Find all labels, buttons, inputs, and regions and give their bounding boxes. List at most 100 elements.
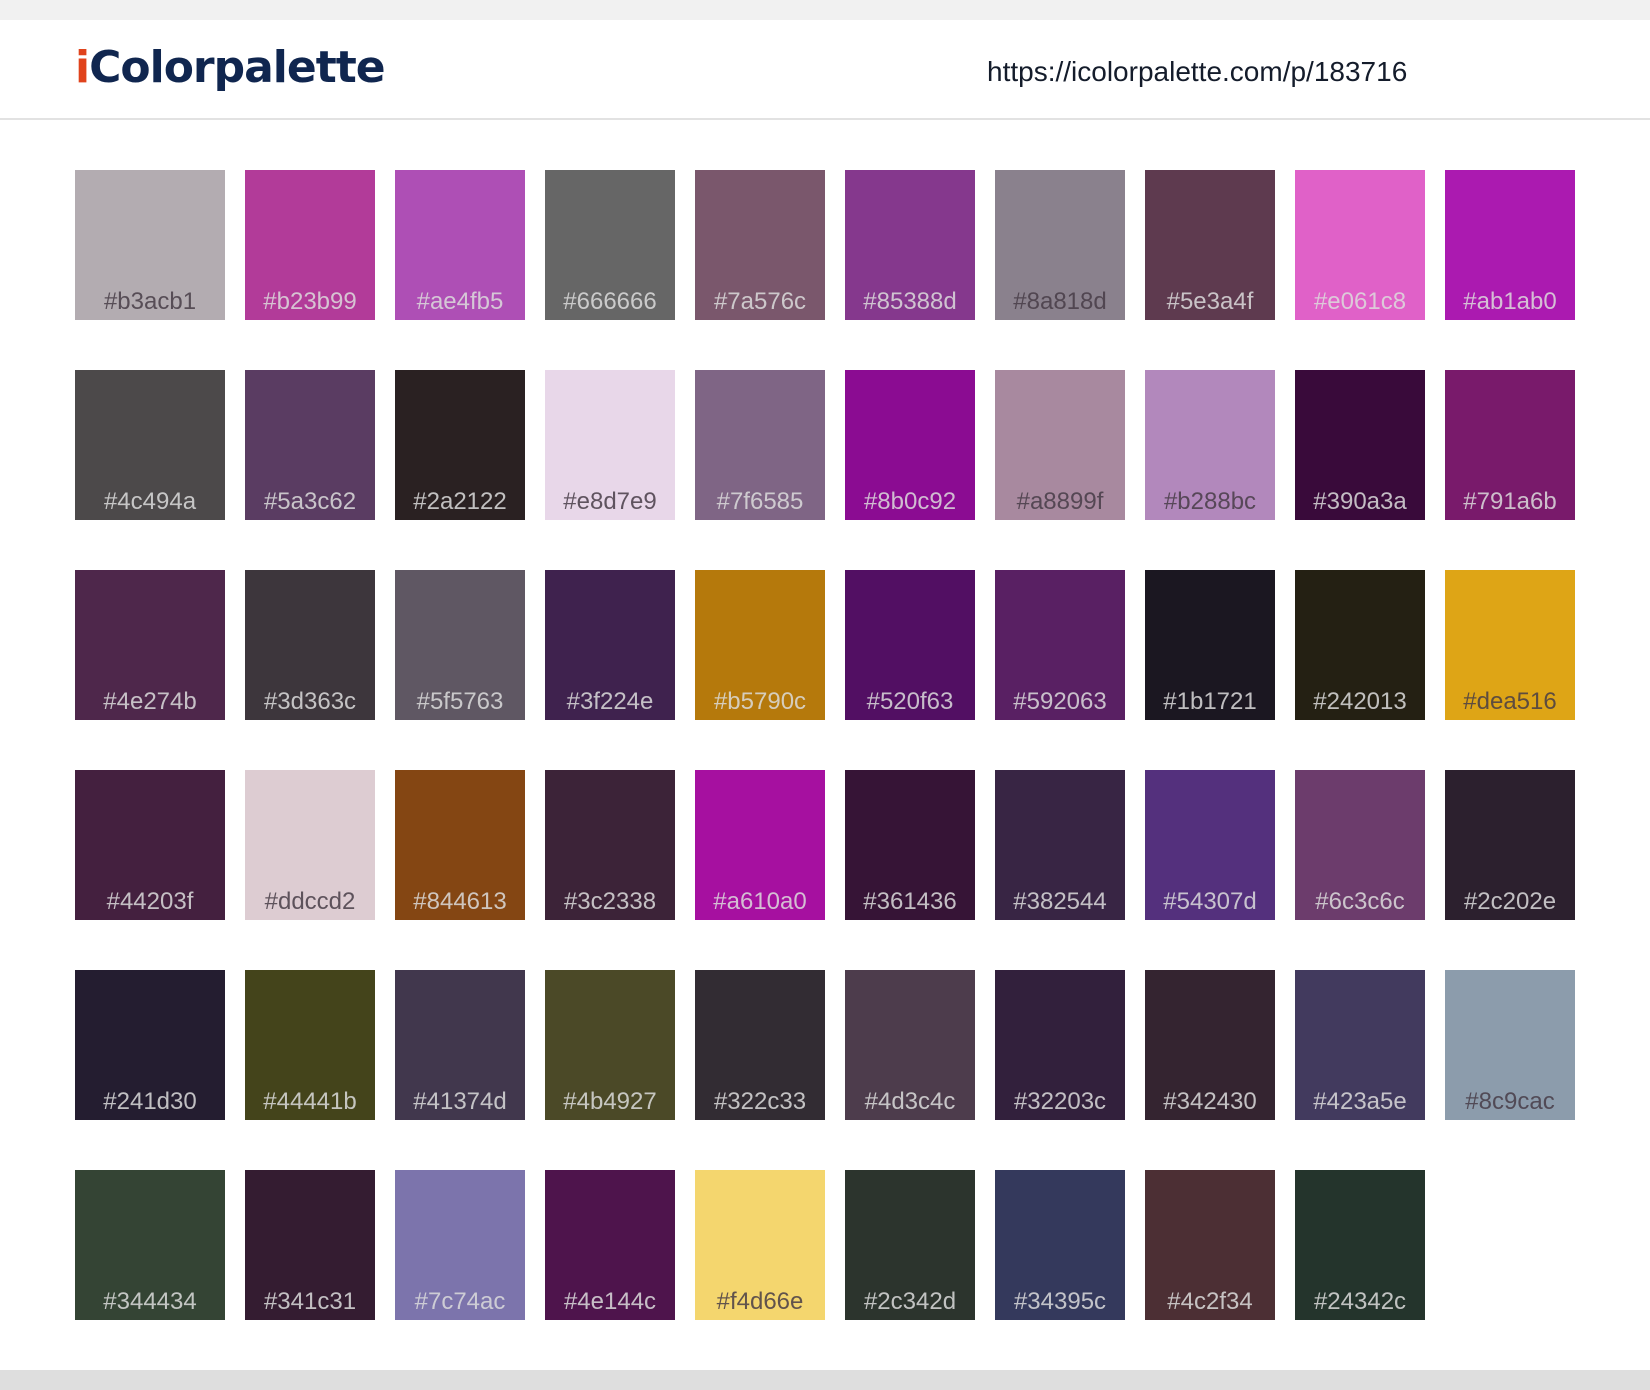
swatch-hex-label: #7a576c <box>713 288 807 315</box>
color-swatch[interactable]: #b288bc <box>1145 370 1275 520</box>
color-swatch[interactable]: #ab1ab0 <box>1445 170 1575 320</box>
color-swatch[interactable]: #341c31 <box>245 1170 375 1320</box>
color-swatch[interactable]: #44441b <box>245 970 375 1120</box>
swatch-hex-label: #791a6b <box>1463 488 1557 515</box>
swatch-hex-label: #344434 <box>103 1288 197 1315</box>
swatch-hex-label: #8b0c92 <box>863 488 957 515</box>
color-swatch[interactable]: #2c202e <box>1445 770 1575 920</box>
color-swatch[interactable]: #241d30 <box>75 970 225 1120</box>
swatch-hex-label: #844613 <box>413 888 507 915</box>
color-swatch[interactable]: #e8d7e9 <box>545 370 675 520</box>
color-swatch[interactable]: #32203c <box>995 970 1125 1120</box>
color-swatch[interactable]: #382544 <box>995 770 1125 920</box>
color-swatch[interactable]: #7a576c <box>695 170 825 320</box>
color-swatch[interactable]: #b23b99 <box>245 170 375 320</box>
swatch-hex-label: #4e144c <box>563 1288 657 1315</box>
color-swatch[interactable]: #5a3c62 <box>245 370 375 520</box>
swatch-hex-label: #b5790c <box>713 688 807 715</box>
color-swatch[interactable]: #dea516 <box>1445 570 1575 720</box>
color-swatch[interactable]: #7f6585 <box>695 370 825 520</box>
color-swatch[interactable]: #f4d66e <box>695 1170 825 1320</box>
color-swatch[interactable]: #242013 <box>1295 570 1425 720</box>
swatch-hex-label: #5e3a4f <box>1166 288 1254 315</box>
swatch-hex-label: #242013 <box>1313 688 1407 715</box>
color-swatch[interactable]: #1b1721 <box>1145 570 1275 720</box>
color-swatch[interactable]: #423a5e <box>1295 970 1425 1120</box>
swatch-hex-label: #b288bc <box>1163 488 1257 515</box>
swatch-hex-label: #54307d <box>1163 888 1257 915</box>
swatch-hex-label: #4e274b <box>103 688 197 715</box>
swatch-hex-label: #4c494a <box>103 488 197 515</box>
color-swatch[interactable]: #342430 <box>1145 970 1275 1120</box>
color-swatch[interactable]: #3f224e <box>545 570 675 720</box>
color-swatch[interactable]: #7c74ac <box>395 1170 525 1320</box>
color-swatch[interactable]: #361436 <box>845 770 975 920</box>
color-swatch[interactable]: #666666 <box>545 170 675 320</box>
swatch-hex-label: #3f224e <box>566 688 654 715</box>
color-swatch[interactable]: #390a3a <box>1295 370 1425 520</box>
color-swatch[interactable]: #322c33 <box>695 970 825 1120</box>
swatch-hex-label: #322c33 <box>713 1088 807 1115</box>
color-swatch[interactable]: #3d363c <box>245 570 375 720</box>
color-swatch[interactable]: #54307d <box>1145 770 1275 920</box>
color-swatch[interactable]: #520f63 <box>845 570 975 720</box>
swatch-hex-label: #44441b <box>263 1088 357 1115</box>
swatch-hex-label: #a8899f <box>1016 488 1104 515</box>
color-swatch[interactable]: #8b0c92 <box>845 370 975 520</box>
color-swatch[interactable]: #a610a0 <box>695 770 825 920</box>
color-swatch[interactable]: #791a6b <box>1445 370 1575 520</box>
color-swatch[interactable]: #2a2122 <box>395 370 525 520</box>
color-swatch[interactable]: #e061c8 <box>1295 170 1425 320</box>
swatch-hex-label: #3d363c <box>263 688 357 715</box>
swatch-hex-label: #24342c <box>1313 1288 1407 1315</box>
swatch-hex-label: #5f5763 <box>416 688 504 715</box>
color-swatch[interactable]: #41374d <box>395 970 525 1120</box>
color-swatch[interactable]: #344434 <box>75 1170 225 1320</box>
color-swatch[interactable]: #8a818d <box>995 170 1125 320</box>
color-swatch[interactable]: #2c342d <box>845 1170 975 1320</box>
swatch-hex-label: #4c2f34 <box>1167 1288 1253 1315</box>
color-swatch[interactable]: #6c3c6c <box>1295 770 1425 920</box>
color-swatch[interactable]: #4e274b <box>75 570 225 720</box>
color-swatch[interactable]: #4c2f34 <box>1145 1170 1275 1320</box>
color-swatch[interactable]: #a8899f <box>995 370 1125 520</box>
color-swatch[interactable]: #4b4927 <box>545 970 675 1120</box>
color-swatch[interactable]: #5e3a4f <box>1145 170 1275 320</box>
color-swatch[interactable]: #4d3c4c <box>845 970 975 1120</box>
swatch-hex-label: #361436 <box>863 888 957 915</box>
swatch-hex-label: #341c31 <box>263 1288 357 1315</box>
color-swatch[interactable]: #24342c <box>1295 1170 1425 1320</box>
color-swatch[interactable]: #5f5763 <box>395 570 525 720</box>
swatch-hex-label: #7c74ac <box>414 1288 506 1315</box>
color-swatch[interactable]: #592063 <box>995 570 1125 720</box>
swatch-hex-label: #34395c <box>1013 1288 1107 1315</box>
swatch-hex-label: #592063 <box>1013 688 1107 715</box>
page: iColorpalette https://icolorpalette.com/… <box>0 20 1650 1370</box>
swatch-hex-label: #a610a0 <box>713 888 807 915</box>
color-swatch[interactable]: #34395c <box>995 1170 1125 1320</box>
swatch-hex-label: #666666 <box>563 288 657 315</box>
color-swatch[interactable]: #b5790c <box>695 570 825 720</box>
color-swatch[interactable]: #ae4fb5 <box>395 170 525 320</box>
color-swatch[interactable]: #4e144c <box>545 1170 675 1320</box>
swatch-hex-label: #4d3c4c <box>864 1088 956 1115</box>
palette-url: https://icolorpalette.com/p/183716 <box>987 56 1408 87</box>
swatch-hex-label: #b3acb1 <box>103 288 197 315</box>
site-logo[interactable]: iColorpalette <box>75 46 386 90</box>
color-swatch[interactable]: #4c494a <box>75 370 225 520</box>
swatch-hex-label: #8c9cac <box>1465 1088 1555 1115</box>
swatch-hex-label: #2a2122 <box>413 488 507 515</box>
swatch-hex-label: #7f6585 <box>716 488 804 515</box>
swatch-hex-label: #423a5e <box>1313 1088 1407 1115</box>
swatch-hex-label: #5a3c62 <box>263 488 357 515</box>
color-swatch[interactable]: #85388d <box>845 170 975 320</box>
swatch-hex-label: #342430 <box>1163 1088 1257 1115</box>
swatch-hex-label: #e8d7e9 <box>563 488 657 515</box>
color-swatch[interactable]: #8c9cac <box>1445 970 1575 1120</box>
color-swatch[interactable]: #b3acb1 <box>75 170 225 320</box>
color-swatch[interactable]: #ddccd2 <box>245 770 375 920</box>
color-swatch[interactable]: #844613 <box>395 770 525 920</box>
color-swatch[interactable]: #3c2338 <box>545 770 675 920</box>
color-swatch[interactable]: #44203f <box>75 770 225 920</box>
swatch-hex-label: #f4d66e <box>716 1288 804 1315</box>
